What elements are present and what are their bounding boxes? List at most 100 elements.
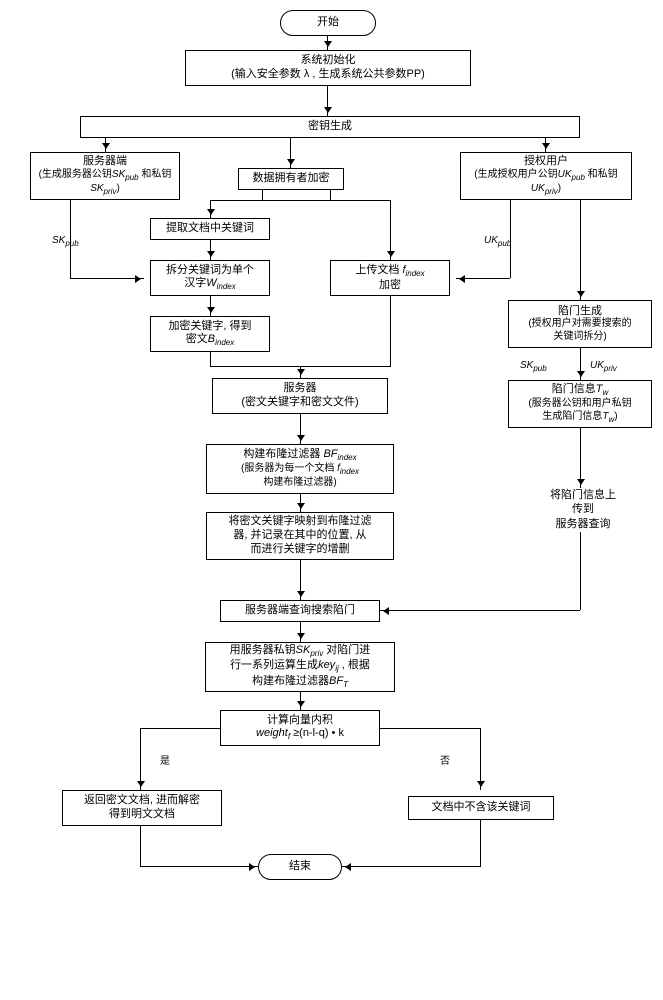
node-server: 服务器 (密文关键字和密文文件) <box>212 378 388 414</box>
init-sub: (输入安全参数 λ , 生成系统公共参数PP) <box>231 68 425 82</box>
owner-enc-label: 数据拥有者加密 <box>253 172 330 186</box>
split-kw-t: 拆分关键词为单个 <box>166 264 254 278</box>
node-server-side: 服务器端 (生成服务器公钥SKpub 和私钥SKpriv) <box>30 152 180 200</box>
edge-label-skpub: SKpub <box>52 235 79 248</box>
ret-doc-1: 返回密文文档, 进而解密 <box>84 794 200 808</box>
arrow <box>290 138 291 168</box>
keygen-label: 密钥生成 <box>308 120 352 134</box>
arrow <box>456 278 510 279</box>
upload-trap-2: 传到 <box>540 502 626 516</box>
conn <box>210 352 211 366</box>
trap-info-s1: (服务器公钥和用户私钥 <box>528 398 631 411</box>
conn <box>390 296 391 366</box>
node-return-doc: 返回密文文档, 进而解密 得到明文文档 <box>62 790 222 826</box>
node-split-kw: 拆分关键词为单个 汉字Windex <box>150 260 270 296</box>
arrow <box>327 86 328 116</box>
arrow <box>210 200 211 218</box>
arrow <box>300 414 301 444</box>
init-title: 系统初始化 <box>301 54 356 68</box>
trap-info-s2: 生成陷门信息Tw) <box>542 411 617 425</box>
conn <box>262 190 263 200</box>
trap-gen-s1: (授权用户对需要搜索的 <box>528 318 631 331</box>
arrow <box>580 348 581 380</box>
arrow <box>70 278 144 279</box>
node-build-bf: 构建布隆过滤器 BFindex (服务器为每一个文档 findex 构建布隆过滤… <box>206 444 394 494</box>
split-kw-s: 汉字Windex <box>184 277 236 292</box>
conn <box>380 728 480 729</box>
arrow <box>210 240 211 260</box>
node-upload-doc: 上传文档 findex 加密 <box>330 260 450 296</box>
node-map-bf: 将密文关键字映射到布隆过滤 器, 并记录在其中的位置, 从 而进行关键字的增删 <box>206 512 394 560</box>
conn <box>140 826 141 866</box>
edge-label-ukpub: UKpub <box>484 235 511 248</box>
extract-kw-label: 提取文档中关键词 <box>166 222 254 236</box>
priv-op-1: 用服务器私钥SKpriv 对陷门进 <box>230 644 371 659</box>
node-server-query: 服务器端查询搜索陷门 <box>220 600 380 622</box>
upload-trap-1: 将陷门信息上 <box>540 488 626 502</box>
edge-label-no: 否 <box>440 752 450 767</box>
enc-kw-s: 密文Bindex <box>186 333 234 348</box>
conn <box>580 532 581 610</box>
build-bf-s2: 构建布隆过滤器) <box>263 477 336 490</box>
terminator-end: 结束 <box>258 854 342 880</box>
node-auth-user: 授权用户 (生成授权用户公钥UKpub 和私钥UKpriv) <box>460 152 632 200</box>
end-label: 结束 <box>289 860 311 873</box>
arrow <box>580 428 581 488</box>
conn <box>480 820 481 866</box>
auth-user-title: 授权用户 <box>524 155 568 169</box>
node-priv-op: 用服务器私钥SKpriv 对陷门进 行一系列运算生成keyij , 根据 构建布… <box>205 642 395 692</box>
arrow <box>300 366 301 378</box>
arrow <box>580 200 581 300</box>
node-trap-gen: 陷门生成 (授权用户对需要搜索的 关键词拆分) <box>508 300 652 348</box>
map-bf-2: 器, 并记录在其中的位置, 从 <box>233 529 366 543</box>
node-keygen: 密钥生成 <box>80 116 580 138</box>
arrow <box>300 622 301 642</box>
arrow <box>480 728 481 790</box>
arrow <box>342 866 350 867</box>
conn <box>342 866 481 867</box>
arrow <box>327 36 328 50</box>
priv-op-3: 构建布隆过滤器BFT <box>252 675 348 690</box>
conn <box>140 728 220 729</box>
upload-trap-3: 服务器查询 <box>540 517 626 531</box>
node-calc: 计算向量内积 weightf ≥(n-l-q) • k <box>220 710 380 746</box>
node-owner-encrypt: 数据拥有者加密 <box>238 168 344 190</box>
arrow <box>545 138 546 152</box>
priv-op-2: 行一系列运算生成keyij , 根据 <box>230 659 370 674</box>
server-query-label: 服务器端查询搜索陷门 <box>245 604 355 618</box>
node-encrypt-kw: 加密关键字, 得到 密文Bindex <box>150 316 270 352</box>
arrow <box>210 296 211 316</box>
arrow <box>380 610 580 611</box>
node-trap-info: 陷门信息Tw (服务器公钥和用户私钥 生成陷门信息Tw) <box>508 380 652 428</box>
edge-label-yes: 是 <box>160 752 170 767</box>
start-label: 开始 <box>317 16 339 29</box>
arrow <box>390 200 391 260</box>
map-bf-1: 将密文关键字映射到布隆过滤 <box>229 515 372 529</box>
node-no-keyword: 文档中不含该关键词 <box>408 796 554 820</box>
calc-s: weightf ≥(n-l-q) • k <box>256 727 344 742</box>
terminator-start: 开始 <box>280 10 376 36</box>
trap-gen-t: 陷门生成 <box>558 305 602 319</box>
node-system-init: 系统初始化 (输入安全参数 λ , 生成系统公共参数PP) <box>185 50 471 86</box>
server-side-title: 服务器端 <box>83 155 127 169</box>
server-t: 服务器 <box>284 382 317 396</box>
conn <box>140 866 258 867</box>
upload-doc-t: 上传文档 findex <box>355 264 424 279</box>
node-upload-trap: 将陷门信息上 传到 服务器查询 <box>540 488 626 531</box>
node-extract-kw: 提取文档中关键词 <box>150 218 270 240</box>
build-bf-t: 构建布隆过滤器 BFindex <box>243 448 356 463</box>
server-side-sub: (生成服务器公钥SKpub 和私钥SKpriv) <box>37 169 173 197</box>
no-kw-label: 文档中不含该关键词 <box>432 801 531 815</box>
arrow <box>300 494 301 512</box>
edge-label-ukpriv: UKpriv <box>590 360 617 373</box>
enc-kw-t: 加密关键字, 得到 <box>168 320 251 334</box>
server-s: (密文关键字和密文文件) <box>241 396 358 410</box>
edge-label-skpub2: SKpub <box>520 360 547 373</box>
arrow <box>250 866 258 867</box>
arrow <box>140 728 141 790</box>
arrow <box>300 692 301 710</box>
upload-doc-s: 加密 <box>379 279 401 293</box>
trap-info-t: 陷门信息Tw <box>552 383 609 398</box>
conn <box>330 190 331 200</box>
trap-gen-s2: 关键词拆分) <box>553 331 606 344</box>
